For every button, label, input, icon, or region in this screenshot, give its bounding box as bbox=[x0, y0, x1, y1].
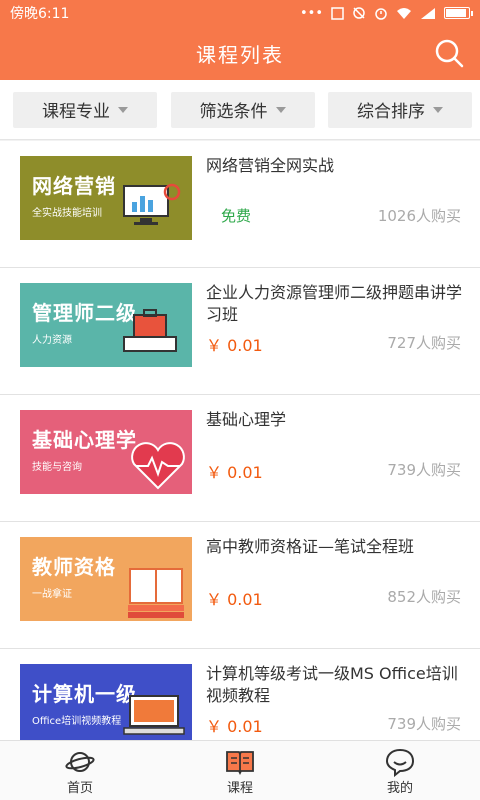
course-item[interactable]: 计算机一级 Office培训视频教程 计算机等级考试一级MS Office培训视… bbox=[0, 649, 480, 741]
course-buyers: 727人购买 bbox=[387, 334, 461, 352]
wifi-icon bbox=[397, 7, 411, 19]
briefcase-laptop-icon bbox=[123, 309, 177, 352]
course-thumbnail: 教师资格 一战拿证 bbox=[20, 537, 192, 621]
nav-courses-label: 课程 bbox=[226, 781, 253, 796]
course-buyers: 739人购买 bbox=[387, 461, 461, 479]
thumbnail-title: 教师资格 bbox=[32, 555, 116, 579]
page-title: 课程列表 bbox=[196, 42, 284, 67]
open-book-icon bbox=[128, 568, 184, 618]
status-time: 傍晚6:11 bbox=[10, 6, 70, 22]
course-item[interactable]: 基础心理学 技能与咨询 基础心理学 ￥ 0.01 739人购买 bbox=[0, 395, 480, 522]
header: 课程列表 bbox=[0, 26, 480, 80]
thumbnail-subtitle: Office培训视频教程 bbox=[32, 716, 122, 727]
laptop-icon bbox=[123, 695, 185, 735]
nav-mine-label: 我的 bbox=[386, 781, 413, 796]
search-icon[interactable] bbox=[432, 36, 466, 70]
course-price: ￥ 0.01 bbox=[206, 590, 263, 609]
caret-down-icon bbox=[433, 106, 443, 113]
book-icon bbox=[226, 751, 254, 776]
nav-mine[interactable]: 我的 bbox=[320, 741, 480, 800]
chat-face-icon bbox=[385, 748, 415, 777]
heart-pulse-icon bbox=[131, 442, 185, 490]
course-price: ￥ 0.01 bbox=[206, 463, 263, 482]
course-title: 高中教师资格证—笔试全程班 bbox=[206, 537, 415, 556]
battery-level bbox=[446, 9, 467, 17]
filter-major-button[interactable]: 课程专业 bbox=[13, 91, 157, 128]
course-thumbnail: 基础心理学 技能与咨询 bbox=[20, 410, 192, 494]
filter-bar: 课程专业 筛选条件 综合排序 bbox=[0, 80, 480, 140]
more-icon: ••• bbox=[299, 5, 323, 21]
battery-icon bbox=[444, 7, 473, 19]
sort-button[interactable]: 综合排序 bbox=[328, 91, 472, 128]
nav-home-label: 首页 bbox=[66, 781, 93, 796]
course-price: ￥ 0.01 bbox=[206, 717, 263, 736]
computer-chart-icon bbox=[123, 183, 181, 225]
signal-icon bbox=[421, 7, 435, 19]
course-title: 企业人力资源管理师二级押题串讲学习班 bbox=[206, 283, 463, 324]
nav-courses[interactable]: 课程 bbox=[160, 741, 320, 800]
thumbnail-title: 基础心理学 bbox=[32, 428, 137, 452]
course-item[interactable]: 教师资格 一战拿证 高中教师资格证—笔试全程班 ￥ 0.01 852人购买 bbox=[0, 522, 480, 649]
thumbnail-subtitle: 人力资源 bbox=[32, 335, 72, 346]
course-title: 网络营销全网实战 bbox=[206, 156, 335, 175]
alarm-icon bbox=[375, 8, 387, 20]
course-buyers: 852人购买 bbox=[387, 588, 461, 606]
course-thumbnail: 管理师二级 人力资源 bbox=[20, 283, 192, 367]
course-thumbnail: 计算机一级 Office培训视频教程 bbox=[20, 664, 192, 741]
thumbnail-title: 网络营销 bbox=[32, 174, 116, 198]
course-buyers: 739人购买 bbox=[387, 715, 461, 733]
filter-conditions-button[interactable]: 筛选条件 bbox=[170, 91, 315, 128]
thumbnail-subtitle: 一战拿证 bbox=[32, 589, 72, 600]
course-title: 计算机等级考试一级MS Office培训视频教程 bbox=[206, 664, 458, 705]
filter-major-label: 课程专业 bbox=[42, 102, 110, 122]
course-list[interactable]: 网络营销 全实战技能培训 网络营销全网实战 免费 1026人购买 管理师二级 人… bbox=[0, 141, 480, 741]
course-price: 免费 bbox=[221, 207, 252, 225]
caret-down-icon bbox=[275, 106, 286, 113]
sort-label: 综合排序 bbox=[357, 102, 425, 122]
course-title: 基础心理学 bbox=[206, 410, 287, 429]
status-icons: ••• bbox=[299, 5, 473, 21]
thumbnail-subtitle: 技能与咨询 bbox=[32, 462, 82, 473]
alarm-off-icon bbox=[353, 7, 365, 19]
thumbnail-subtitle: 全实战技能培训 bbox=[32, 208, 102, 219]
sim-icon bbox=[331, 6, 344, 20]
nav-home[interactable]: 首页 bbox=[0, 741, 160, 800]
planet-icon bbox=[65, 752, 95, 772]
filter-conditions-label: 筛选条件 bbox=[199, 102, 268, 122]
course-item[interactable]: 管理师二级 人力资源 企业人力资源管理师二级押题串讲学习班 ￥ 0.01 727… bbox=[0, 268, 480, 395]
bottom-nav: 首页 课程 我的 bbox=[0, 740, 480, 800]
caret-down-icon bbox=[118, 106, 128, 113]
course-buyers: 1026人购买 bbox=[377, 207, 461, 225]
status-bar: 傍晚6:11 ••• bbox=[0, 0, 480, 26]
course-item[interactable]: 网络营销 全实战技能培训 网络营销全网实战 免费 1026人购买 bbox=[0, 141, 480, 268]
course-price: ￥ 0.01 bbox=[206, 336, 263, 355]
course-thumbnail: 网络营销 全实战技能培训 bbox=[20, 156, 192, 240]
